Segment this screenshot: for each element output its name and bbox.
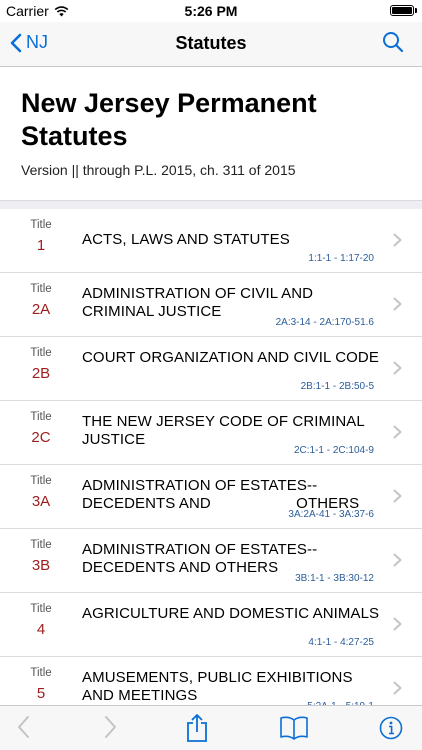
chevron-right-icon [393,681,402,695]
chevron-right-icon [393,553,402,567]
title-number: 5 [36,685,46,702]
title-label: Title [30,219,52,231]
battery-level [392,7,412,14]
title-row[interactable]: Title 3B ADMINISTRATION OF ESTATES--DECEDE… [0,529,422,593]
share-button[interactable] [185,713,209,748]
clock: 5:26 PM [184,3,238,19]
battery-icon [390,5,417,16]
title-name: AGRICULTURE AND DOMESTIC ANIMALS [82,605,380,622]
title-label: Title [30,539,52,551]
title-label: Title [30,411,52,423]
title-row[interactable]: Title 1 ACTS, LAWS AND STATUTES 1:1-1 - 1:1… [0,209,422,273]
book-icon [280,716,308,740]
title-name: THE NEW JERSEY CODE OF CRIMINAL JUSTICE [82,413,369,448]
bookmarks-button[interactable] [279,716,309,745]
section-range: 3B:1-1 - 3B:30-12 [295,573,374,584]
chevron-right-icon [393,425,402,439]
section-range: 2A:3-14 - 2A:170-51.6 [275,317,374,328]
section-range: 1:1-1 - 1:17-20 [308,253,374,264]
title-row[interactable]: Title 2B COURT ORGANIZATION AND CIVIL CODE… [0,337,422,401]
section-range: 4:1-1 - 4:27-25 [308,637,374,648]
title-label: Title [30,603,52,615]
title-number: 4 [36,621,46,638]
title-label: Title [30,667,52,679]
title-number: 3A [31,493,51,510]
navigation-bar: NJ Statutes [0,22,422,67]
title-row[interactable]: Title 4 AGRICULTURE AND DOMESTIC ANIMALS 4:… [0,593,422,657]
version-text: Version || through P.L. 2015, ch. 311 of… [21,162,296,178]
title-row[interactable]: Title 2C THE NEW JERSEY CODE OF CRIMINAL J… [0,401,422,465]
nav-title: Statutes [175,33,247,53]
chevron-right-icon [393,297,402,311]
chevron-right-icon [393,617,402,631]
search-icon [383,32,404,53]
statutes-header: New Jersey Permanent Statutes Version ||… [0,67,422,200]
section-range: 3A:2A-41 - 3A:37-6 [288,509,374,520]
page-title: New Jersey Permanent Statutes [21,88,317,151]
chevron-right-icon [393,361,402,375]
title-row[interactable]: Title 3A ADMINISTRATION OF ESTATES--DECEDE… [0,465,422,529]
title-name: AMUSEMENTS, PUBLIC EXHIBITIONS AND MEETI… [82,669,356,704]
title-row[interactable]: Title 2A ADMINISTRATION OF CIVIL AND CRIMI… [0,273,422,337]
title-label: Title [30,283,52,295]
title-label: Title [30,347,52,359]
forward-arrow-icon [105,716,116,738]
chevron-right-icon [393,489,402,503]
titles-list: Title 1 ACTS, LAWS AND STATUTES 1:1-1 - 1:1… [0,209,422,720]
info-icon [379,716,403,740]
title-label: Title [30,475,52,487]
title-name: COURT ORGANIZATION AND CIVIL CODE [82,349,379,366]
section-range: 2B:1-1 - 2B:50-5 [300,381,374,392]
status-bar: Carrier 5:26 PM [0,0,422,22]
title-name: ADMINISTRATION OF CIVIL AND CRIMINAL JUS… [82,285,318,320]
share-icon [187,714,207,742]
title-name: ADMINISTRATION OF ESTATES--DECEDENTS AND… [82,477,360,512]
title-number: 3B [31,557,51,574]
back-arrow-icon [18,716,29,738]
title-number: 2B [31,365,51,382]
chevron-right-icon [393,233,402,247]
bottom-toolbar [0,705,422,750]
info-button[interactable] [379,716,403,745]
title-number: 2A [31,301,51,318]
search-button[interactable] [382,31,404,58]
title-number: 2C [31,429,51,446]
back-nav-button[interactable] [16,714,32,745]
section-range: 2C:1-1 - 2C:104-9 [293,445,374,456]
title-name: ADMINISTRATION OF ESTATES--DECEDENTS AND… [82,541,318,576]
title-name: ACTS, LAWS AND STATUTES [82,231,290,248]
forward-nav-button[interactable] [102,714,118,745]
title-number: 1 [36,237,46,254]
